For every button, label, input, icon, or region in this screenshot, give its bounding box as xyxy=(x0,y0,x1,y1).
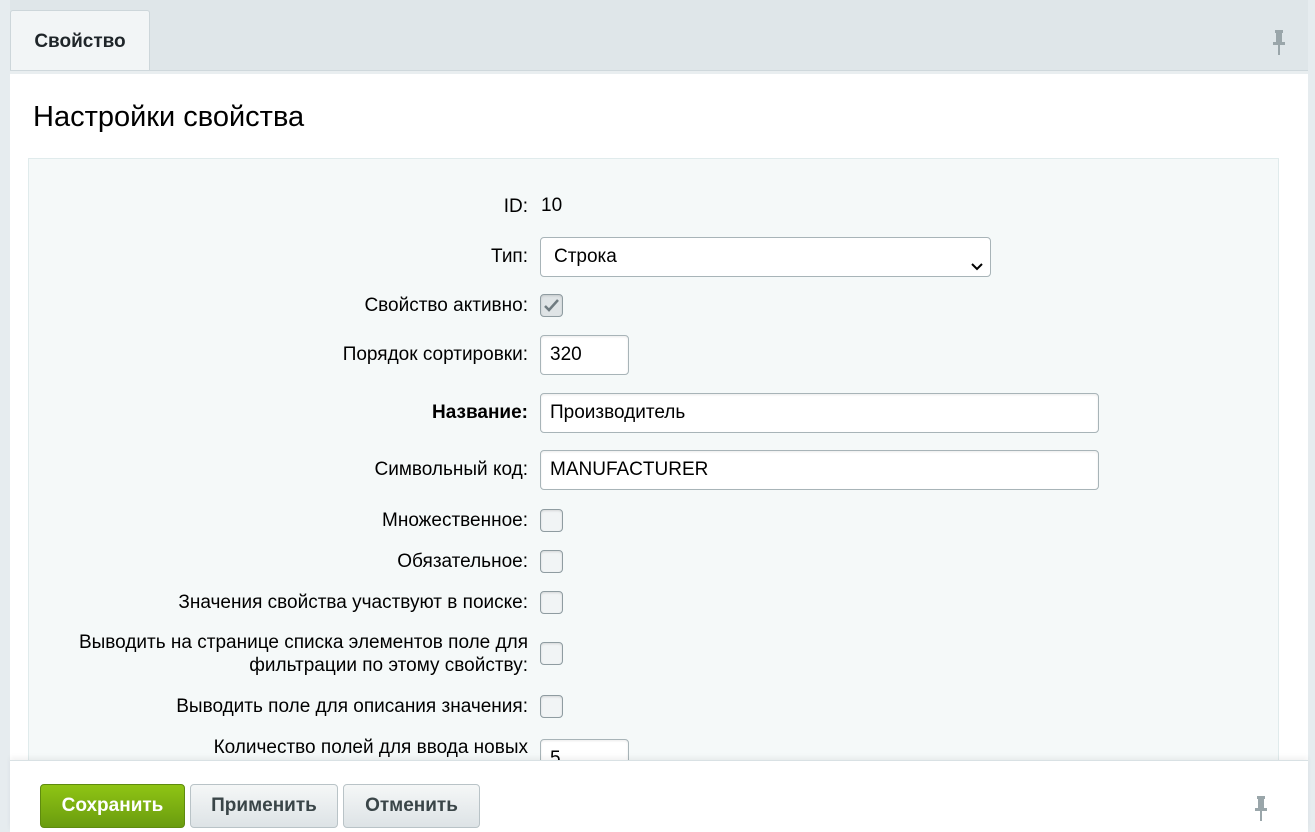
active-checkbox[interactable] xyxy=(540,294,563,317)
code-row: Символьный код: xyxy=(29,450,1278,490)
filtrable-label-line1: Выводить на странице списка элементов по… xyxy=(78,632,528,653)
page-title: Настройки свойства xyxy=(33,101,305,133)
searchable-row: Значения свойства участвуют в поиске: xyxy=(29,590,1278,616)
pin-icon[interactable] xyxy=(1272,30,1286,56)
property-settings-panel: Настройки свойства ID: 10 Тип: Строка Св… xyxy=(10,70,1308,798)
bottom-button-bar: Сохранить Применить Отменить xyxy=(10,760,1308,832)
name-row: Название: xyxy=(29,393,1278,433)
active-row: Свойство активно: xyxy=(29,293,1278,319)
filtrable-row: Выводить на странице списка элементов по… xyxy=(29,631,1278,679)
multiple-checkbox[interactable] xyxy=(540,509,563,532)
id-row: ID: 10 xyxy=(29,194,1278,220)
searchable-label: Значения свойства участвуют в поиске: xyxy=(178,592,528,613)
tab-property-label: Свойство xyxy=(34,30,126,52)
name-label: Название: xyxy=(431,402,528,423)
filtrable-label-line2: фильтрации по этому свойству: xyxy=(249,655,528,676)
type-row: Тип: Строка xyxy=(29,237,1278,277)
required-label: Обязательное: xyxy=(397,551,528,572)
apply-button[interactable]: Применить xyxy=(190,784,338,828)
tab-bar: Свойство xyxy=(10,0,1308,72)
sort-row: Порядок сортировки: xyxy=(29,335,1278,375)
tab-property[interactable]: Свойство xyxy=(10,10,150,72)
pin-icon[interactable] xyxy=(1254,796,1268,822)
cancel-button[interactable]: Отменить xyxy=(343,784,480,828)
sort-input[interactable] xyxy=(540,335,629,375)
with-description-row: Выводить поле для описания значения: xyxy=(29,694,1278,720)
id-value: 10 xyxy=(541,195,563,216)
multiple-label: Множественное: xyxy=(382,510,528,531)
filtrable-checkbox[interactable] xyxy=(540,642,563,665)
settings-form: ID: 10 Тип: Строка Свойство активно: Пор… xyxy=(28,158,1279,798)
with-description-checkbox[interactable] xyxy=(540,695,563,718)
with-description-label: Выводить поле для описания значения: xyxy=(176,696,528,717)
required-row: Обязательное: xyxy=(29,549,1278,575)
type-select[interactable]: Строка xyxy=(540,237,991,277)
code-input[interactable] xyxy=(540,450,1099,490)
active-label: Свойство активно: xyxy=(364,295,528,316)
multiple-cnt-label: Количество полей для ввода новых xyxy=(213,737,528,758)
type-select-value: Строка xyxy=(554,246,617,267)
id-label: ID: xyxy=(503,196,528,217)
check-icon xyxy=(544,299,559,312)
type-label: Тип: xyxy=(491,246,528,267)
searchable-checkbox[interactable] xyxy=(540,591,563,614)
name-input[interactable] xyxy=(540,393,1099,433)
required-checkbox[interactable] xyxy=(540,550,563,573)
code-label: Символьный код: xyxy=(374,459,529,480)
sort-label: Порядок сортировки: xyxy=(342,344,528,365)
save-button[interactable]: Сохранить xyxy=(40,784,185,828)
multiple-row: Множественное: xyxy=(29,508,1278,534)
chevron-down-icon xyxy=(970,250,984,271)
